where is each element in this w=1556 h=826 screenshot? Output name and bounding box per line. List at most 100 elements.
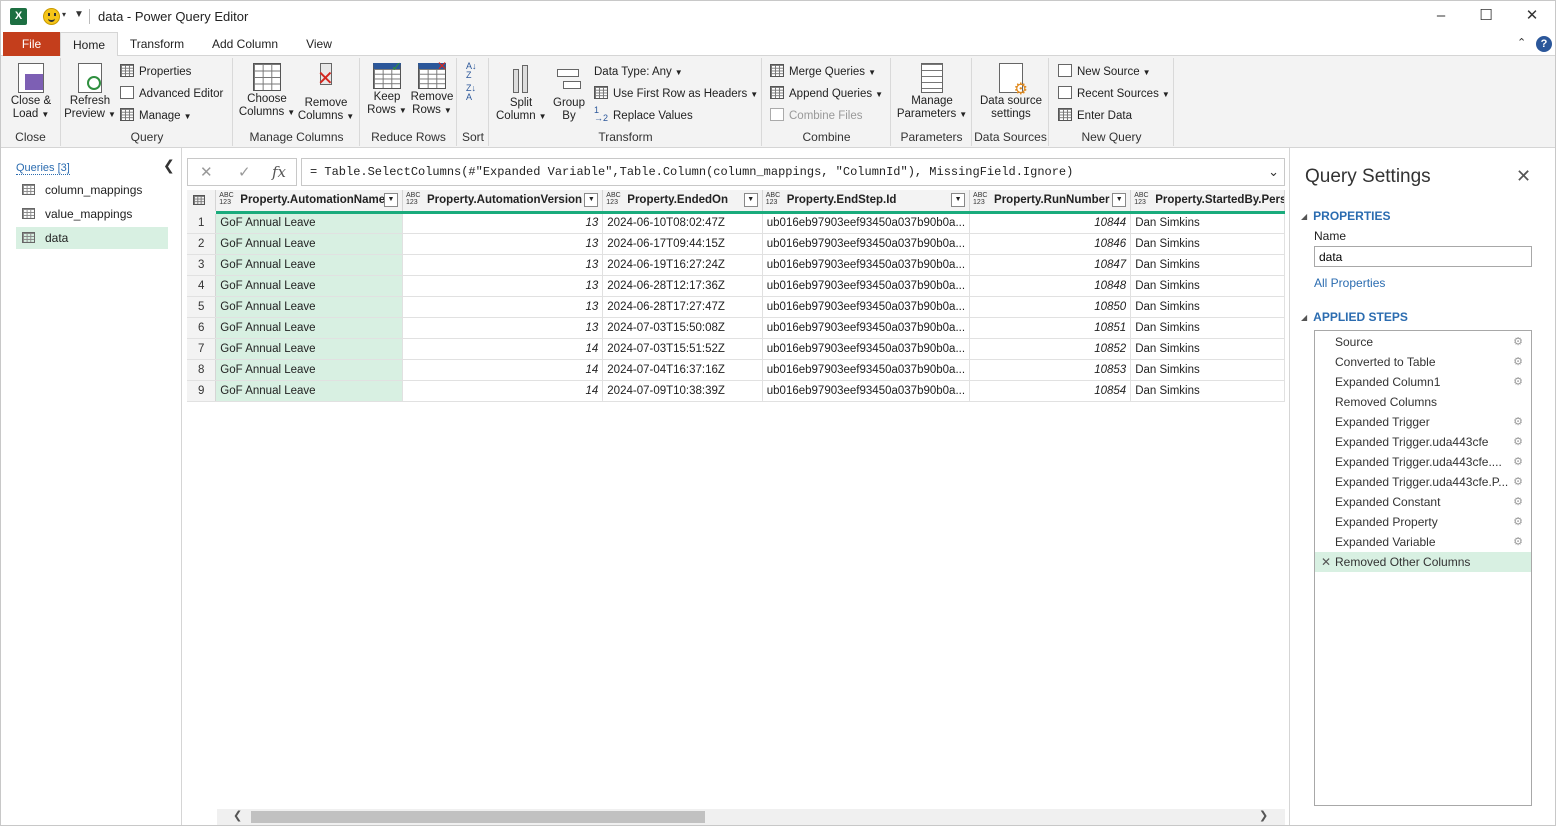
scrollbar-thumb[interactable] — [251, 811, 705, 823]
manage-button[interactable]: Manage ▼ — [120, 106, 191, 126]
table-cell[interactable]: 2024-06-19T16:27:24Z — [602, 254, 763, 276]
group-by-button[interactable]: Group By — [546, 60, 592, 123]
table-cell[interactable]: ub016eb97903eef93450a037b90b0a... — [762, 254, 971, 276]
table-cell[interactable]: 2024-07-04T16:37:16Z — [602, 359, 763, 381]
query-item-column-mappings[interactable]: column_mappings — [16, 179, 168, 201]
row-number[interactable]: 9 — [187, 380, 217, 402]
applied-step[interactable]: Expanded Property ⚙ — [1315, 512, 1531, 532]
column-header[interactable]: ABC 123 Property.AutomationVersion ▼ — [402, 190, 604, 214]
table-cell[interactable]: 2024-07-03T15:51:52Z — [602, 338, 763, 360]
help-icon[interactable]: ? — [1536, 36, 1552, 52]
collapse-queries-icon[interactable]: ❮ — [163, 157, 175, 174]
column-header[interactable]: ABC 123 Property.EndedOn ▼ — [602, 190, 763, 214]
step-settings-gear-icon[interactable]: ⚙ — [1513, 492, 1523, 512]
cancel-formula-icon[interactable]: ✕ — [200, 163, 213, 181]
any-type-icon[interactable]: ABC 123 — [973, 192, 987, 206]
column-header[interactable]: ABC 123 Property.AutomationName ▼ — [215, 190, 404, 214]
combine-files-button[interactable]: Combine Files — [770, 106, 863, 126]
any-type-icon[interactable]: ABC 123 — [766, 192, 780, 206]
table-cell[interactable]: 10852 — [969, 338, 1132, 360]
feedback-smiley-icon[interactable] — [43, 8, 60, 25]
row-number[interactable]: 1 — [187, 212, 217, 234]
table-cell[interactable]: 13 — [402, 233, 604, 255]
table-cell[interactable]: GoF Annual Leave — [215, 212, 404, 234]
applied-step[interactable]: Expanded Constant ⚙ — [1315, 492, 1531, 512]
table-cell[interactable]: GoF Annual Leave — [215, 317, 404, 339]
table-cell[interactable]: GoF Annual Leave — [215, 254, 404, 276]
sort-ascending-button[interactable]: A↓ Z — [466, 62, 477, 80]
scroll-left-icon[interactable]: ❮ — [233, 809, 242, 822]
applied-step[interactable]: Expanded Trigger.uda443cfe ⚙ — [1315, 432, 1531, 452]
table-cell[interactable]: ub016eb97903eef93450a037b90b0a... — [762, 212, 971, 234]
data-source-settings-button[interactable]: ⚙ Data source settings — [975, 60, 1047, 121]
confirm-formula-icon[interactable]: ✓ — [238, 163, 251, 181]
row-number[interactable]: 7 — [187, 338, 217, 360]
formula-input[interactable]: = Table.SelectColumns(#"Expanded Variabl… — [301, 158, 1285, 186]
table-cell[interactable]: 10854 — [969, 380, 1132, 402]
smiley-dropdown-icon[interactable]: ▾ — [62, 10, 66, 19]
tab-view[interactable]: View — [293, 32, 345, 56]
refresh-preview-button[interactable]: Refresh Preview ▼ — [64, 60, 116, 121]
table-cell[interactable]: GoF Annual Leave — [215, 233, 404, 255]
scroll-right-icon[interactable]: ❯ — [1259, 809, 1268, 822]
applied-step[interactable]: Expanded Trigger.uda443cfe.... ⚙ — [1315, 452, 1531, 472]
close-window-icon[interactable]: ✕ — [1517, 5, 1547, 27]
step-settings-gear-icon[interactable]: ⚙ — [1513, 532, 1523, 552]
applied-step[interactable]: Removed Columns — [1315, 392, 1531, 412]
table-cell[interactable]: 14 — [402, 380, 604, 402]
remove-columns-button[interactable]: ✕ Remove Columns ▼ — [297, 60, 355, 123]
fx-icon[interactable]: fx — [272, 163, 286, 181]
tab-transform[interactable]: Transform — [119, 32, 195, 56]
any-type-icon[interactable]: ABC 123 — [606, 192, 620, 206]
table-cell[interactable]: 13 — [402, 254, 604, 276]
table-cell[interactable]: ub016eb97903eef93450a037b90b0a... — [762, 233, 971, 255]
table-cell[interactable]: 2024-07-09T10:38:39Z — [602, 380, 763, 402]
new-source-button[interactable]: New Source ▼ — [1058, 62, 1151, 82]
recent-sources-button[interactable]: Recent Sources ▼ — [1058, 84, 1170, 104]
table-cell[interactable]: ub016eb97903eef93450a037b90b0a... — [762, 359, 971, 381]
advanced-editor-button[interactable]: Advanced Editor — [120, 84, 223, 104]
properties-button[interactable]: Properties — [120, 62, 191, 82]
table-cell[interactable]: 2024-06-10T08:02:47Z — [602, 212, 763, 234]
any-type-icon[interactable]: ABC 123 — [1134, 192, 1148, 206]
table-cell[interactable]: ub016eb97903eef93450a037b90b0a... — [762, 338, 971, 360]
column-filter-dropdown-icon[interactable]: ▼ — [951, 193, 966, 207]
column-filter-dropdown-icon[interactable]: ▼ — [584, 193, 599, 207]
table-cell[interactable]: GoF Annual Leave — [215, 380, 404, 402]
applied-step[interactable]: Converted to Table ⚙ — [1315, 352, 1531, 372]
table-cell[interactable]: Dan Simkins — [1130, 254, 1285, 276]
any-type-icon[interactable]: ABC 123 — [406, 192, 420, 206]
replace-values-button[interactable]: 1 →2 Replace Values — [594, 106, 693, 126]
merge-queries-button[interactable]: Merge Queries ▼ — [770, 62, 876, 82]
table-cell[interactable]: Dan Simkins — [1130, 233, 1285, 255]
step-settings-gear-icon[interactable]: ⚙ — [1513, 332, 1523, 352]
table-cell[interactable]: Dan Simkins — [1130, 212, 1285, 234]
table-cell[interactable]: 14 — [402, 338, 604, 360]
table-cell[interactable]: 10850 — [969, 296, 1132, 318]
table-cell[interactable]: 2024-06-28T17:27:47Z — [602, 296, 763, 318]
step-settings-gear-icon[interactable]: ⚙ — [1513, 512, 1523, 532]
table-cell[interactable]: Dan Simkins — [1130, 380, 1285, 402]
query-item-data[interactable]: data — [16, 227, 168, 249]
column-filter-dropdown-icon[interactable]: ▼ — [384, 193, 399, 207]
step-settings-gear-icon[interactable]: ⚙ — [1513, 472, 1523, 492]
append-queries-button[interactable]: Append Queries ▼ — [770, 84, 883, 104]
table-cell[interactable]: ub016eb97903eef93450a037b90b0a... — [762, 296, 971, 318]
row-number[interactable]: 3 — [187, 254, 217, 276]
expand-formula-icon[interactable]: ⌄ — [1268, 164, 1279, 180]
step-settings-gear-icon[interactable]: ⚙ — [1513, 412, 1523, 432]
step-settings-gear-icon[interactable]: ⚙ — [1513, 452, 1523, 472]
table-cell[interactable]: Dan Simkins — [1130, 296, 1285, 318]
delete-step-icon[interactable]: ✕ — [1321, 552, 1331, 572]
data-type-dropdown[interactable]: Data Type: Any ▼ — [594, 62, 683, 82]
applied-step[interactable]: Expanded Variable ⚙ — [1315, 532, 1531, 552]
table-cell[interactable]: 2024-07-03T15:50:08Z — [602, 317, 763, 339]
horizontal-scrollbar[interactable]: ❮ ❯ — [217, 809, 1285, 825]
applied-step[interactable]: Expanded Column1 ⚙ — [1315, 372, 1531, 392]
table-cell[interactable]: ub016eb97903eef93450a037b90b0a... — [762, 317, 971, 339]
step-settings-gear-icon[interactable]: ⚙ — [1513, 372, 1523, 392]
table-cell[interactable]: 2024-06-17T09:44:15Z — [602, 233, 763, 255]
close-settings-icon[interactable]: ✕ — [1516, 166, 1531, 187]
manage-parameters-button[interactable]: Manage Parameters ▼ — [896, 60, 968, 121]
table-cell[interactable]: 10844 — [969, 212, 1132, 234]
